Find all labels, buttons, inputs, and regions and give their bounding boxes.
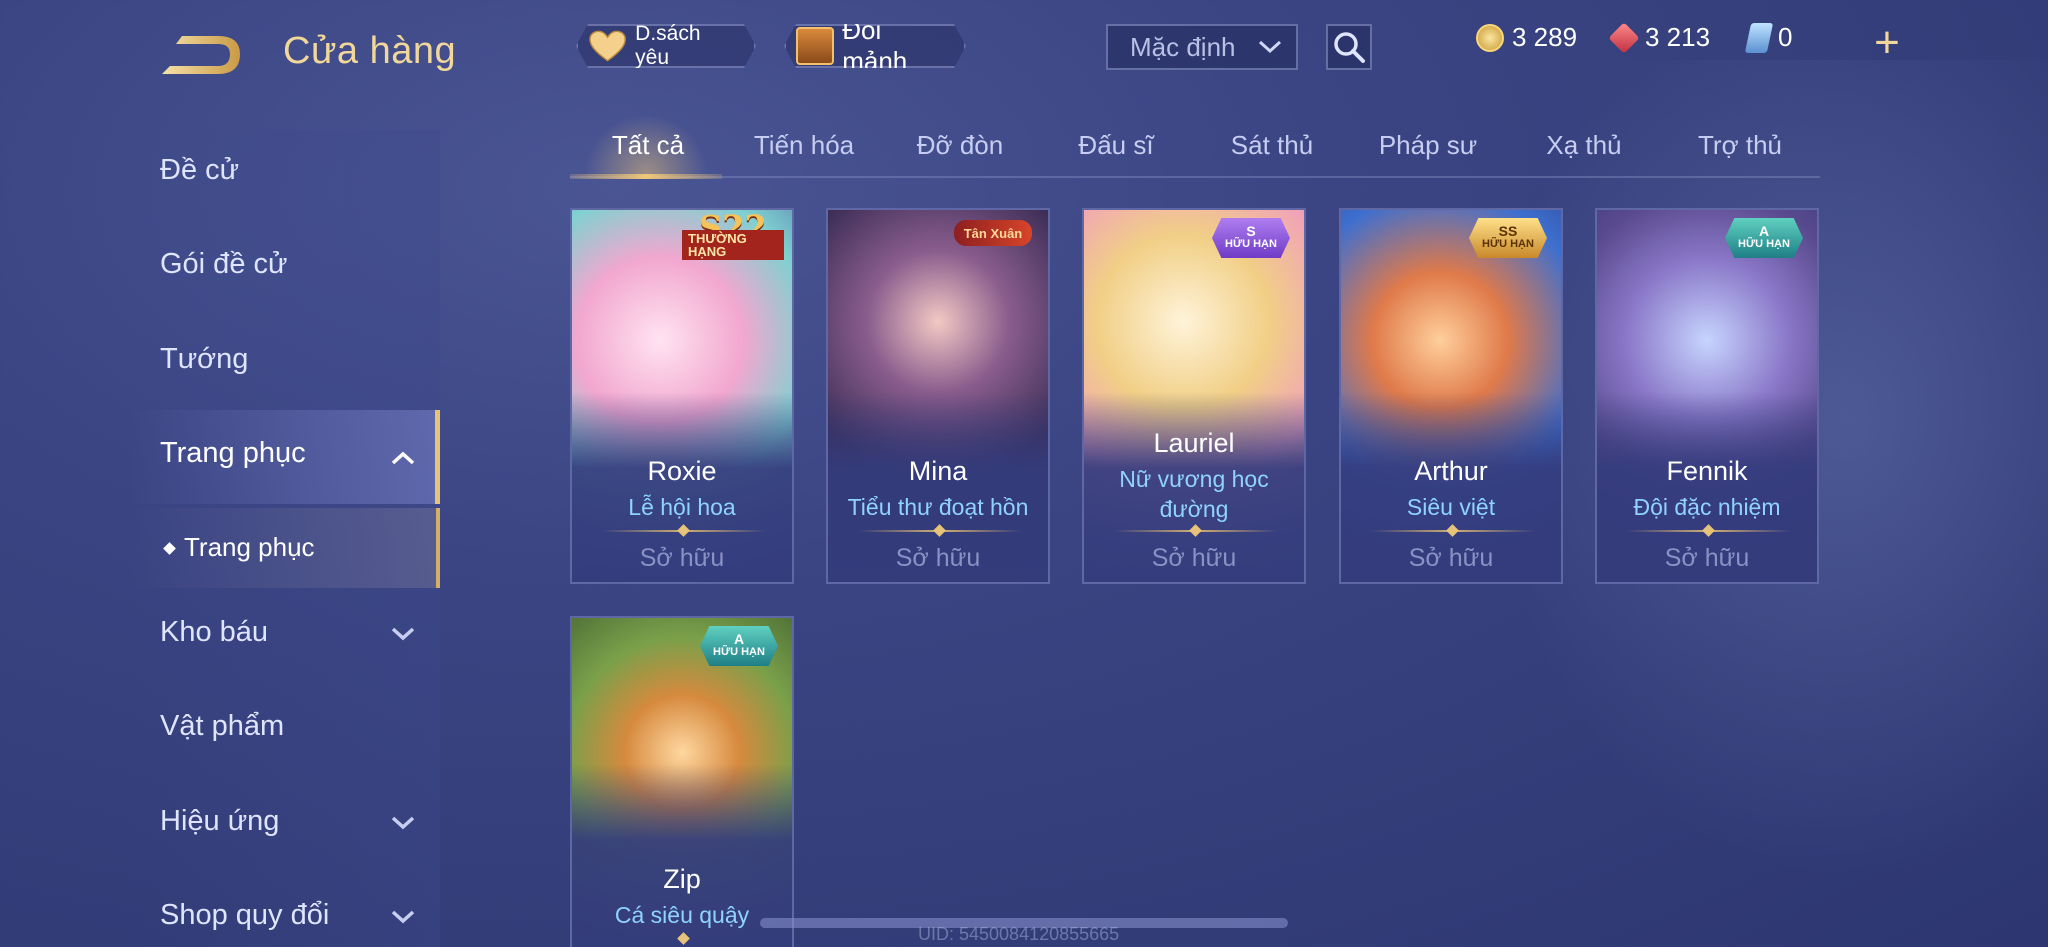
chevron-down-icon[interactable]: [390, 909, 416, 925]
sidebar-item-featured[interactable]: Đề cử: [160, 154, 239, 187]
ruby-icon: [1608, 21, 1640, 54]
ruby-currency: 3 213: [1608, 21, 1711, 54]
ticket-icon: [1744, 22, 1774, 53]
gold-coin-icon: [1476, 23, 1504, 52]
ruby-amount: 3 213: [1645, 22, 1711, 52]
sidebar-item-exchange-shop[interactable]: Shop quy đổi: [160, 899, 329, 932]
search-icon: [1334, 32, 1365, 63]
hero-name: Mina: [908, 456, 968, 486]
badge-main-text: A: [1758, 223, 1770, 239]
owned-status: Sở hữu: [1151, 544, 1237, 572]
skin-name: Tiểu thư đoạt hồn: [847, 494, 1029, 520]
ticket-amount: 0: [1778, 22, 1793, 52]
badge-sub-text: HỮU HẠN: [713, 646, 765, 658]
back-button[interactable]: [160, 28, 246, 80]
gold-amount: 3 289: [1512, 22, 1578, 52]
hero-name: Zip: [663, 864, 701, 894]
tab-evolution[interactable]: Tiến hóa: [726, 130, 882, 161]
sidebar-item-effects[interactable]: Hiệu ứng: [160, 805, 279, 838]
skin-name: Nữ vương học đường: [1119, 466, 1269, 522]
hero-name: Fennik: [1666, 456, 1748, 486]
chevron-down-icon[interactable]: [390, 815, 416, 831]
favorites-list-button[interactable]: D.sách yêu: [576, 24, 756, 68]
sidebar-item-items[interactable]: Vật phẩm: [160, 710, 284, 743]
role-filter-tabs: Tất cả Tiến hóa Đỡ đòn Đấu sĩ Sát thủ Ph…: [570, 114, 1820, 179]
event-badge: Tân Xuân: [954, 220, 1032, 246]
badge-sub-text: HỮU HẠN: [1738, 238, 1790, 250]
sidebar-item-featured-packs[interactable]: Gói đề cử: [160, 248, 287, 281]
hero-name: Lauriel: [1153, 428, 1235, 458]
back-arrow-icon: [162, 36, 240, 74]
sidebar: Đề cử Gói đề cử Tướng Trang phục Trang p…: [0, 130, 440, 947]
sidebar-subitem-skins[interactable]: Trang phục: [184, 532, 315, 563]
sidebar-item-skins[interactable]: Trang phục: [160, 437, 306, 470]
tab-tank[interactable]: Đỡ đòn: [882, 130, 1038, 161]
tier-badge: S HỮU HẠN: [1212, 218, 1290, 258]
tab-support[interactable]: Trợ thủ: [1662, 130, 1818, 161]
sidebar-item-treasure[interactable]: Kho báu: [160, 616, 268, 649]
badge-sub-text: THƯỜNG HẠNG: [682, 229, 784, 260]
hero-name: Arthur: [1414, 456, 1488, 486]
sort-selected-value: Mặc định: [1130, 31, 1236, 62]
search-button[interactable]: [1326, 24, 1372, 70]
sidebar-item-heroes[interactable]: Tướng: [160, 343, 248, 376]
tier-badge: A HỮU HẠN: [1725, 218, 1803, 258]
heart-icon: [588, 29, 627, 63]
badge-main-text: SS: [1498, 223, 1518, 239]
shard-exchange-label: Đổi mảnh: [842, 15, 908, 76]
chevron-down-icon: [1258, 40, 1282, 54]
badge-main-text: Tân Xuân: [963, 225, 1023, 241]
chevron-down-icon[interactable]: [390, 626, 416, 642]
hero-name: Roxie: [647, 456, 717, 486]
badge-sub-text: HỮU HẠN: [1482, 238, 1534, 250]
owned-status: Sở hữu: [639, 544, 725, 572]
owned-status: Sở hữu: [1408, 544, 1494, 572]
page-title: Cửa hàng: [283, 30, 457, 72]
skin-card-lauriel[interactable]: S HỮU HẠN Lauriel Nữ vương học đường Sở …: [1082, 208, 1306, 584]
tier-badge: SS HỮU HẠN: [1469, 218, 1547, 258]
gold-currency: 3 289: [1476, 22, 1577, 53]
badge-sub-text: HỮU HẠN: [1225, 238, 1277, 250]
badge-main-text: A: [733, 631, 745, 647]
badge-main-text: S: [1246, 223, 1256, 239]
tab-mage[interactable]: Pháp sư: [1350, 130, 1506, 161]
tab-fighter[interactable]: Đấu sĩ: [1038, 130, 1194, 161]
skin-card-zip[interactable]: A HỮU HẠN Zip Cá siêu quậy: [570, 616, 794, 947]
skin-card-mina[interactable]: Tân Xuân Mina Tiểu thư đoạt hồn Sở hữu: [826, 208, 1050, 584]
tab-assassin[interactable]: Sát thủ: [1194, 130, 1350, 161]
active-tab-underline: [570, 174, 722, 179]
skin-name: Siêu việt: [1406, 494, 1496, 520]
tab-marksman[interactable]: Xạ thủ: [1506, 130, 1662, 161]
skin-card-roxie[interactable]: S22 THƯỜNG HẠNG Roxie Lễ hội hoa Sở hữu: [570, 208, 794, 584]
skin-name: Lễ hội hoa: [628, 494, 736, 520]
skin-card-fennik[interactable]: A HỮU HẠN Fennik Đội đặc nhiệm Sở hữu: [1595, 208, 1819, 584]
skin-name: Cá siêu quậy: [614, 902, 750, 928]
tab-all[interactable]: Tất cả: [570, 130, 726, 161]
owned-status: Sở hữu: [1664, 544, 1750, 572]
ticket-currency: 0: [1744, 22, 1793, 53]
user-id-text: UID: 5450084120855665: [918, 924, 1120, 944]
favorites-label: D.sách yêu: [635, 22, 701, 69]
owned-status: Sở hữu: [895, 544, 981, 572]
chevron-up-icon[interactable]: [390, 450, 416, 466]
skin-name: Đội đặc nhiệm: [1633, 494, 1781, 520]
add-currency-button[interactable]: +: [1860, 18, 1914, 68]
skin-card-arthur[interactable]: SS HỮU HẠN Arthur Siêu việt Sở hữu: [1339, 208, 1563, 584]
tier-badge: A HỮU HẠN: [700, 626, 778, 666]
shard-exchange-button[interactable]: Đổi mảnh: [784, 24, 966, 68]
sort-dropdown[interactable]: Mặc định: [1106, 24, 1298, 70]
season-rank-badge: S22 THƯỜNG HẠNG: [674, 211, 792, 268]
treasure-chest-icon: [796, 27, 834, 65]
